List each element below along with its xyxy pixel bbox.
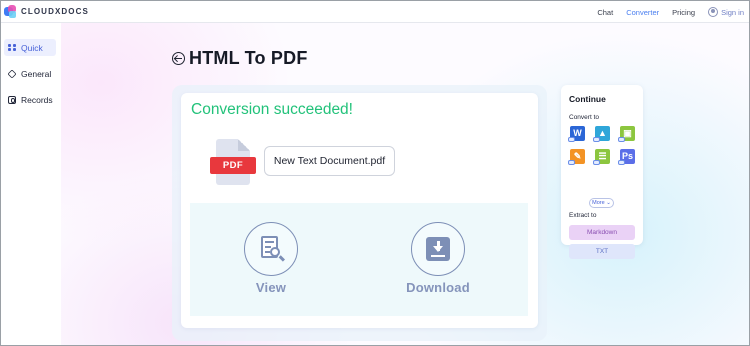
grid-icon — [8, 43, 16, 52]
sidebar-item-label: General — [21, 68, 52, 79]
sidebar-item-general[interactable]: General — [4, 65, 56, 82]
main-area: HTML To PDF Conversion succeeded! PDF Ne… — [61, 23, 749, 345]
nav-converter[interactable]: Converter — [626, 8, 659, 17]
user-icon — [708, 7, 719, 17]
extract-to-label: Extract to — [569, 212, 597, 219]
sign-in-link[interactable]: Sign in — [708, 7, 744, 17]
extract-markdown-button[interactable]: Markdown — [569, 225, 635, 240]
sidebar-item-quick[interactable]: Quick — [4, 39, 56, 56]
view-button[interactable]: View — [236, 222, 306, 295]
view-label: View — [255, 280, 287, 295]
nav-chat[interactable]: Chat — [597, 8, 613, 17]
shapes-icon — [7, 68, 17, 79]
extract-txt-button[interactable]: TXT — [569, 244, 635, 259]
logo[interactable]: CLOUDXDOCS — [4, 5, 89, 18]
sidebar-item-label: Records — [21, 94, 53, 105]
file-type-badge: PDF — [210, 157, 256, 174]
sidebar: Quick General Records — [1, 23, 61, 345]
records-icon — [8, 95, 16, 104]
sign-in-label: Sign in — [721, 7, 744, 17]
logo-mark-icon — [4, 5, 17, 18]
sidebar-item-records[interactable]: Records — [4, 91, 56, 108]
logo-text: CLOUDXDOCS — [21, 7, 89, 16]
status-message: Conversion succeeded! — [191, 101, 353, 118]
result-card: Conversion succeeded! PDF New Text Docum… — [172, 85, 547, 341]
download-label: Download — [406, 280, 470, 295]
page-title: HTML To PDF — [189, 48, 308, 68]
nav-pricing[interactable]: Pricing — [672, 8, 695, 17]
more-button[interactable]: More ⌄ — [589, 198, 614, 208]
title-row: HTML To PDF — [172, 48, 308, 69]
pdf-file-icon: PDF — [210, 139, 256, 187]
panel-title: Continue — [569, 94, 606, 104]
top-nav: Chat Converter Pricing Sign in — [597, 1, 749, 23]
actions-area: View Download — [190, 203, 528, 316]
back-arrow-icon[interactable] — [172, 52, 185, 65]
top-bar: CLOUDXDOCS Chat Converter Pricing Sign i… — [1, 1, 749, 23]
file-name: New Text Document.pdf — [264, 146, 395, 176]
download-button[interactable]: Download — [403, 222, 473, 295]
view-icon — [244, 222, 298, 276]
convert-to-label: Convert to — [569, 114, 599, 121]
continue-panel: Continue Convert to W ▲ ▣ ✎ ☰ Ps More ⌄ … — [561, 85, 643, 259]
result-inner-card: Conversion succeeded! PDF New Text Docum… — [181, 93, 538, 328]
download-icon — [411, 222, 465, 276]
sidebar-item-label: Quick — [21, 42, 43, 53]
